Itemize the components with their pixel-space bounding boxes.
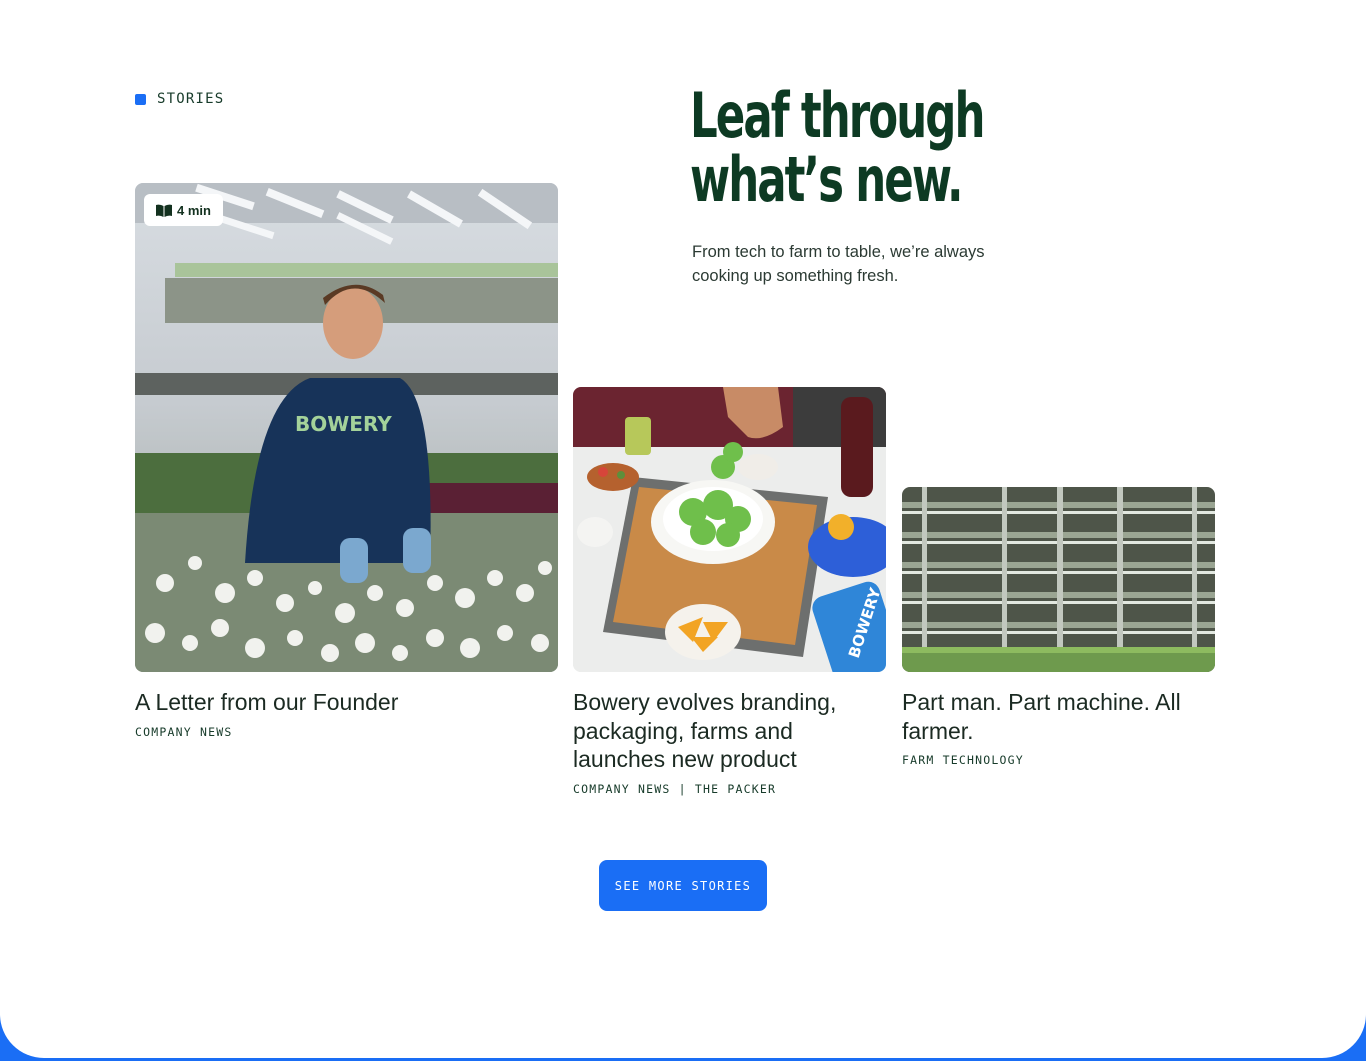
story-card-branding[interactable]: BOWERY Bowery evolves branding, packagin… [573,387,886,796]
headline-line-1: Leaf through [690,79,985,152]
vertical-farm-photo [902,487,1215,672]
section-subtitle: From tech to farm to table, we’re always… [692,243,985,285]
story-image-farm-tech[interactable] [902,487,1215,672]
section-headline: Leaf through what’s new. [690,84,1018,212]
shirt-logo: BOWERY [295,412,392,436]
story-category: FARM TECHNOLOGY [902,753,1024,767]
story-title[interactable]: Part man. Part machine. All farmer. [902,688,1215,745]
founder-photo: BOWERY [135,183,558,672]
story-image-founder[interactable]: BOWERY 4 min [135,183,558,672]
eyebrow-dot [135,93,146,105]
eyebrow-label: STORIES [157,91,225,107]
salad-photo: BOWERY [573,387,886,672]
story-card-farm-tech[interactable]: Part man. Part machine. All farmer. FARM… [902,487,1215,767]
see-more-stories-button[interactable]: SEE MORE STORIES [599,860,767,911]
story-card-founder-letter[interactable]: BOWERY 4 min A Letter from our Founder C… [135,183,558,739]
story-category: COMPANY NEWS | THE PACKER [573,781,777,796]
section-eyebrow: STORIES [135,91,224,107]
story-title[interactable]: A Letter from our Founder [135,688,558,717]
read-time-badge: 4 min [144,194,223,226]
story-category: COMPANY NEWS [135,724,233,739]
stories-section: STORIES Leaf through what’s new. From te… [0,0,1366,1058]
headline-line-2: what’s new. [690,143,964,216]
book-open-icon [156,204,172,217]
read-time-label: 4 min [177,202,211,218]
story-image-branding[interactable]: BOWERY [573,387,886,672]
story-title[interactable]: Bowery evolves branding, packaging, farm… [573,688,886,774]
